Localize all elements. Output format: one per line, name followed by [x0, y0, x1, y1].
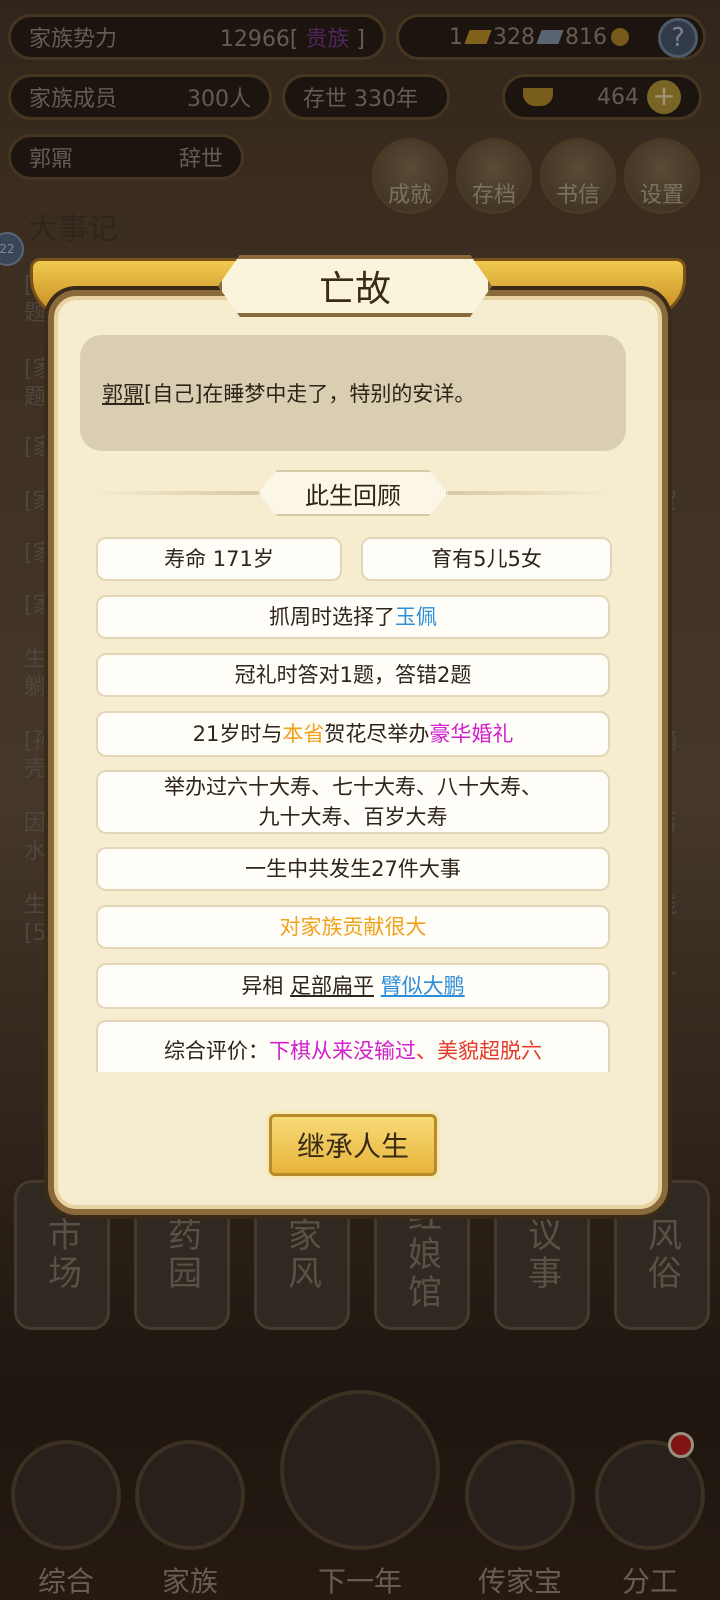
evaluation-clip: 综合评价： 下棋从来没输过、美貌超脱六	[92, 1014, 616, 1072]
message-person-name[interactable]: 郭鼏	[102, 378, 144, 408]
evaluation-item-1: 下棋从来没输过	[269, 1039, 416, 1063]
inherit-life-button[interactable]: 继承人生	[269, 1114, 437, 1176]
lifespan-card: 寿命 171岁	[96, 537, 342, 581]
wedding-place: 本省	[282, 722, 325, 746]
events-card: 一生中共发生27件大事	[96, 847, 610, 891]
wedding-type: 豪华婚礼	[429, 722, 514, 746]
life-review-label: 此生回顾	[258, 470, 448, 516]
evaluation-item-2: 美貌超脱六	[437, 1039, 542, 1063]
zhuazhou-item: 玉佩	[395, 605, 437, 629]
evaluation-card: 综合评价： 下棋从来没输过、美貌超脱六	[96, 1020, 610, 1072]
death-message: 郭鼏 [自己]在睡梦中走了，特别的安详。	[80, 335, 626, 451]
divider	[448, 491, 614, 495]
birthdays-card: 举办过六十大寿、七十大寿、八十大寿、 九十大寿、百岁大寿	[96, 770, 610, 834]
divider	[92, 491, 258, 495]
contribution-card: 对家族贡献很大	[96, 905, 610, 949]
guanli-card: 冠礼时答对1题，答错2题	[96, 653, 610, 697]
wedding-card: 21岁时与 本省 贺花尽举办 豪华婚礼	[96, 711, 610, 757]
children-card: 育有5儿5女	[361, 537, 612, 581]
appearance-trait-1[interactable]: 足部扁平	[290, 971, 374, 1001]
zhuazhou-card: 抓周时选择了 玉佩	[96, 595, 610, 639]
appearance-trait-2[interactable]: 臂似大鹏	[381, 971, 465, 1001]
message-text: [自己]在睡梦中走了，特别的安详。	[144, 382, 476, 406]
appearance-card: 异相 足部扁平 臂似大鹏	[96, 963, 610, 1009]
life-review-header: 此生回顾	[92, 470, 614, 516]
dialog-title: 亡故	[218, 255, 492, 317]
